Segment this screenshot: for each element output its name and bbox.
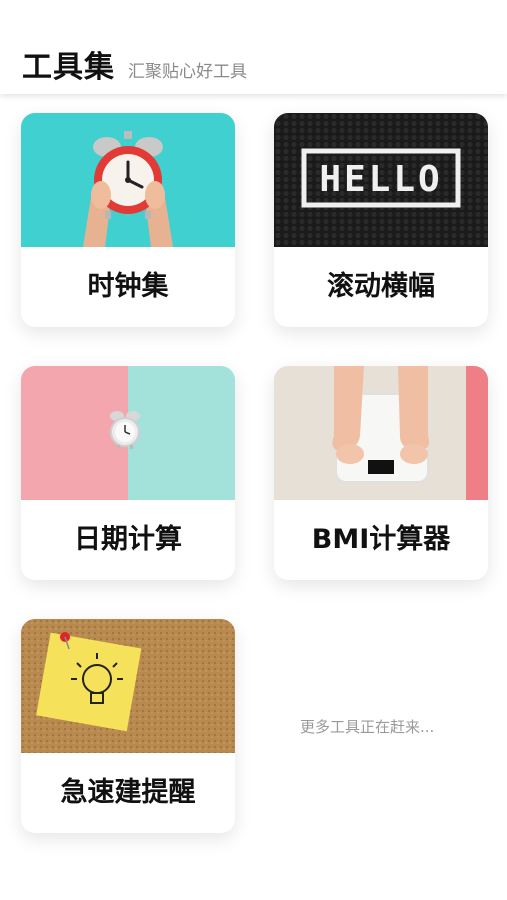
lightbulb-sticky-note-photo <box>21 619 235 753</box>
page-title: 工具集 <box>22 50 115 85</box>
tool-card-clock[interactable]: 时钟集 <box>21 113 235 327</box>
tool-label-date-calculator: 日期计算 <box>74 524 182 555</box>
tool-card-date-calculator[interactable]: 日期计算 <box>21 366 235 580</box>
alarm-clock-pastel-photo <box>21 366 235 500</box>
tool-card-scrolling-banner[interactable]: HELLO 滚动横幅 <box>274 113 488 327</box>
alarm-clock-photo <box>21 113 235 247</box>
more-tools-coming-text: 更多工具正在赶来... <box>300 718 435 736</box>
hello-tile-photo: HELLO <box>274 113 488 247</box>
hello-image-text: HELLO <box>319 159 442 200</box>
app-header: 工具集 汇聚贴心好工具 <box>0 0 507 94</box>
tool-card-bmi-calculator[interactable]: BMI计算器 <box>274 366 488 580</box>
tool-label-clock: 时钟集 <box>87 271 169 302</box>
tool-label-bmi-calculator: BMI计算器 <box>311 524 451 555</box>
tool-label-scrolling-banner: 滚动横幅 <box>327 271 435 302</box>
tool-label-quick-reminder: 急速建提醒 <box>60 777 196 808</box>
bathroom-scale-photo <box>274 366 488 500</box>
tool-card-quick-reminder[interactable]: 急速建提醒 <box>21 619 235 833</box>
page-subtitle: 汇聚贴心好工具 <box>128 62 247 82</box>
